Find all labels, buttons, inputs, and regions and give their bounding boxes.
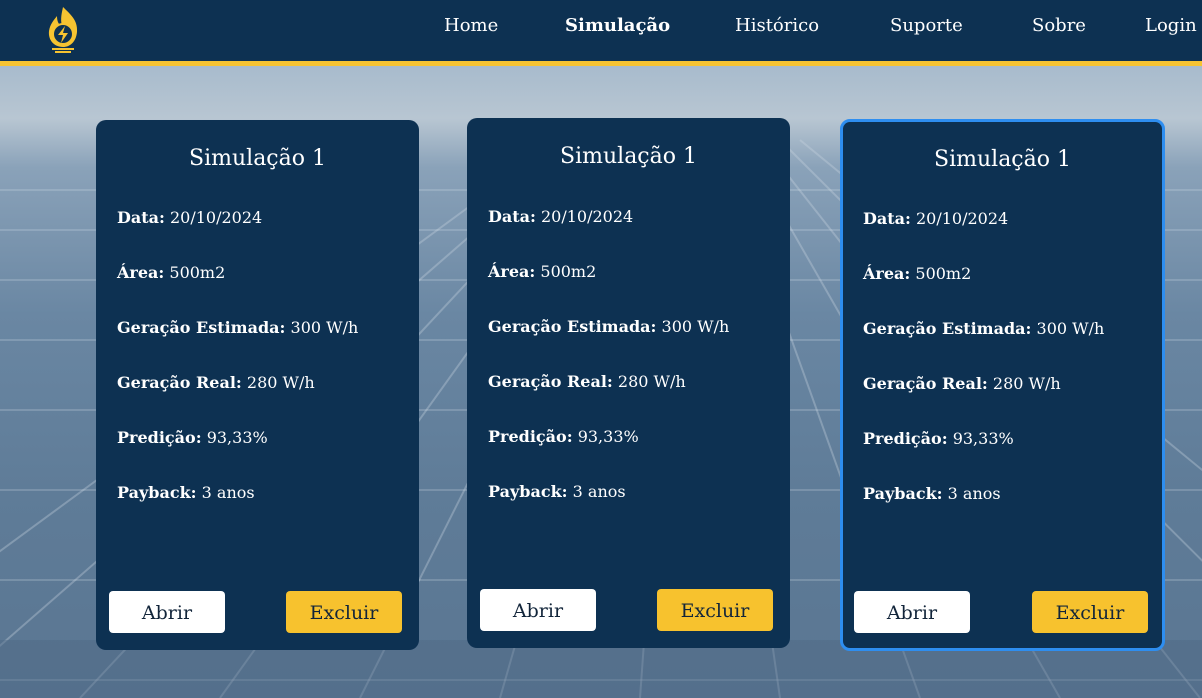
field-label: Área: [488,262,536,281]
field-label: Geração Real: [488,372,613,391]
field-data: Data: 20/10/2024 [488,207,633,226]
field-area: Área: 500m2 [117,263,225,282]
field-predicao: Predição: 93,33% [863,429,1014,448]
field-label: Geração Real: [863,374,988,393]
simulation-card[interactable]: Simulação 1 Data: 20/10/2024 Área: 500m2… [467,118,790,648]
field-value: 3 anos [572,482,626,501]
field-value: 3 anos [947,484,1001,503]
delete-button[interactable]: Excluir [286,591,402,633]
field-label: Geração Estimada: [488,317,657,336]
card-title: Simulação 1 [934,147,1071,172]
field-label: Payback: [863,484,943,503]
field-value: 93,33% [206,428,268,447]
field-label: Área: [117,263,165,282]
field-value: 500m2 [169,263,226,282]
field-value: 300 W/h [661,317,730,336]
field-geracao-real: Geração Real: 280 W/h [863,374,1061,393]
field-value: 20/10/2024 [916,209,1009,228]
field-label: Data: [488,207,536,226]
field-predicao: Predição: 93,33% [488,427,639,446]
field-value: 280 W/h [617,372,686,391]
field-data: Data: 20/10/2024 [863,209,1008,228]
field-value: 300 W/h [290,318,359,337]
field-value: 20/10/2024 [541,207,634,226]
field-label: Área: [863,264,911,283]
field-label: Geração Estimada: [863,319,1032,338]
field-geracao-estimada: Geração Estimada: 300 W/h [117,318,358,337]
field-area: Área: 500m2 [863,264,971,283]
field-label: Payback: [117,483,197,502]
field-data: Data: 20/10/2024 [117,208,262,227]
card-title: Simulação 1 [189,146,326,171]
field-payback: Payback: 3 anos [488,482,626,501]
field-payback: Payback: 3 anos [863,484,1001,503]
field-predicao: Predição: 93,33% [117,428,268,447]
field-label: Predição: [117,428,202,447]
solar-flame-bolt-logo-icon[interactable] [40,2,86,54]
open-button[interactable]: Abrir [854,591,970,633]
field-value: 280 W/h [246,373,315,392]
field-area: Área: 500m2 [488,262,596,281]
delete-button[interactable]: Excluir [657,589,773,631]
field-label: Data: [863,209,911,228]
field-value: 93,33% [577,427,639,446]
nav-simulacao[interactable]: Simulação [565,15,670,36]
open-button[interactable]: Abrir [109,591,225,633]
simulation-card[interactable]: Simulação 1 Data: 20/10/2024 Área: 500m2… [96,120,419,650]
field-label: Geração Real: [117,373,242,392]
simulation-card-selected[interactable]: Simulação 1 Data: 20/10/2024 Área: 500m2… [840,119,1165,651]
field-label: Predição: [488,427,573,446]
field-value: 3 anos [201,483,255,502]
nav-suporte[interactable]: Suporte [890,15,963,36]
field-label: Payback: [488,482,568,501]
field-label: Predição: [863,429,948,448]
navbar: Home Simulação Histórico Suporte Sobre L… [0,0,1202,66]
open-button[interactable]: Abrir [480,589,596,631]
field-geracao-estimada: Geração Estimada: 300 W/h [863,319,1104,338]
nav-sobre[interactable]: Sobre [1032,15,1086,36]
field-payback: Payback: 3 anos [117,483,255,502]
field-value: 93,33% [952,429,1014,448]
field-value: 280 W/h [992,374,1061,393]
nav-home[interactable]: Home [444,15,498,36]
field-label: Geração Estimada: [117,318,286,337]
field-geracao-real: Geração Real: 280 W/h [488,372,686,391]
card-title: Simulação 1 [560,144,697,169]
field-geracao-real: Geração Real: 280 W/h [117,373,315,392]
field-value: 500m2 [540,262,597,281]
field-geracao-estimada: Geração Estimada: 300 W/h [488,317,729,336]
field-label: Data: [117,208,165,227]
delete-button[interactable]: Excluir [1032,591,1148,633]
field-value: 500m2 [915,264,972,283]
field-value: 300 W/h [1036,319,1105,338]
field-value: 20/10/2024 [170,208,263,227]
nav-historico[interactable]: Histórico [735,15,819,36]
nav-login[interactable]: Login [1145,15,1197,36]
